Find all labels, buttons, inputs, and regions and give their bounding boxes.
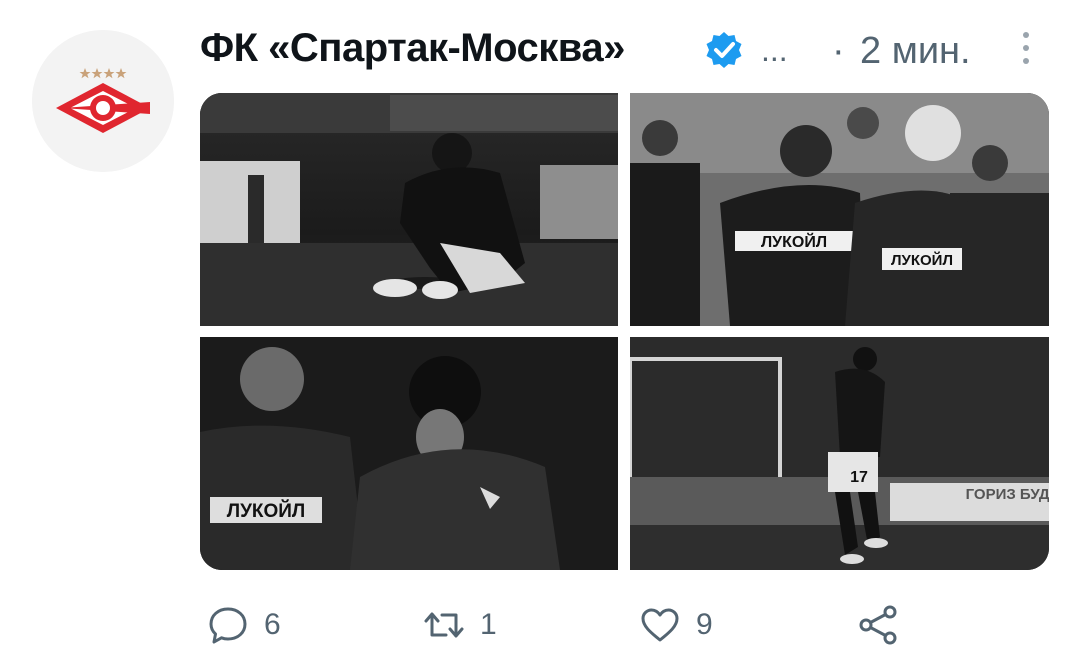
share-icon	[859, 605, 897, 645]
share-button[interactable]	[856, 600, 900, 650]
players-walking-photo[interactable]: ЛУКОЙЛ ЛУКОЙЛ	[630, 93, 1049, 326]
retweet-icon	[424, 612, 464, 638]
board-text: ГОРИЗ БУДУЩ	[966, 486, 1049, 503]
name-truncation-ellipsis: ...	[761, 32, 788, 68]
heart-icon	[641, 608, 679, 642]
reply-button[interactable]: 6	[206, 600, 281, 650]
tweet-timestamp[interactable]: 2 мин.	[860, 30, 971, 73]
like-button[interactable]: 9	[638, 600, 713, 650]
separator-dot: ·	[832, 30, 845, 72]
reply-icon	[209, 607, 247, 644]
reply-count: 6	[264, 608, 281, 641]
author-name[interactable]: ФК «Спартак-Москва»	[200, 26, 625, 71]
svg-text:ЛУКОЙЛ: ЛУКОЙЛ	[891, 251, 953, 269]
media-grid: ЛУКОЙЛ ЛУКОЙЛ ЛУКОЙЛ ГОРИЗ БУД 17	[200, 93, 1049, 570]
tweet-header: ФК «Спартак-Москва» ... · 2 мин.	[200, 22, 1050, 78]
shirt-number: 17	[850, 469, 868, 486]
retweet-count: 1	[480, 608, 497, 641]
tweet-actions: 6 1 9	[200, 600, 960, 650]
verified-badge-icon	[706, 32, 742, 68]
more-vertical-icon[interactable]	[1018, 32, 1034, 70]
spartak-logo-icon	[32, 30, 174, 172]
sponsor-text: ЛУКОЙЛ	[761, 232, 827, 251]
retweet-button[interactable]: 1	[422, 600, 497, 650]
player-number-17-photo[interactable]: ГОРИЗ БУДУЩ 17	[630, 337, 1049, 570]
player-sitting-on-pitch-photo[interactable]	[200, 93, 618, 326]
player-hand-on-face-photo[interactable]: ЛУКОЙЛ	[200, 337, 618, 570]
like-count: 9	[696, 608, 713, 641]
avatar[interactable]	[32, 30, 174, 172]
sponsor-text: ЛУКОЙЛ	[227, 500, 306, 522]
